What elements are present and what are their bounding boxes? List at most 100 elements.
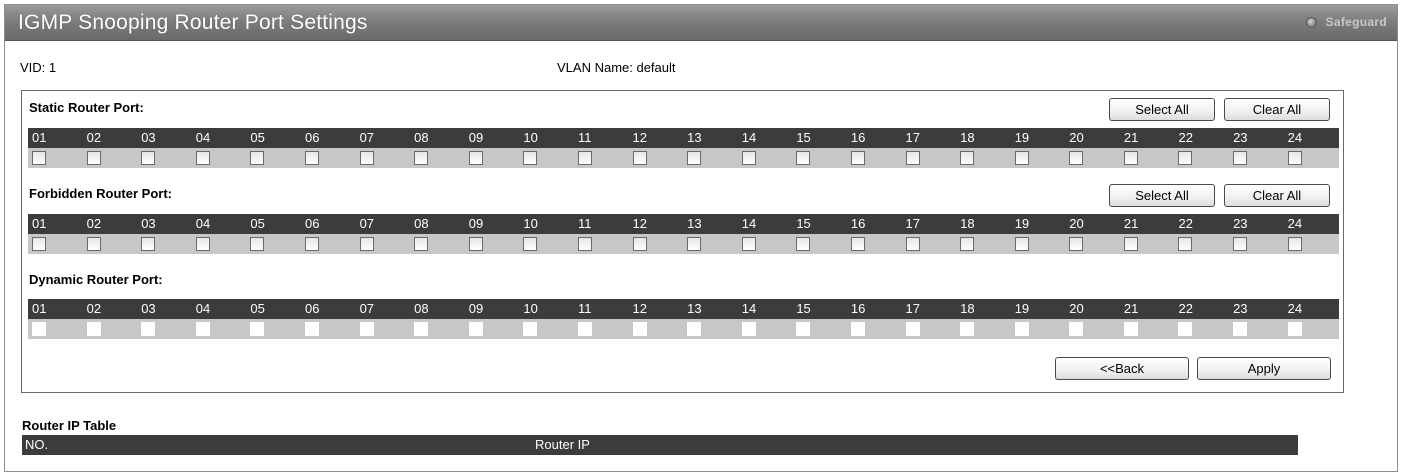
port-number-label: 08 xyxy=(414,301,429,316)
forbidden-port-checkbox[interactable] xyxy=(304,237,319,251)
static-port-checkbox[interactable] xyxy=(523,151,538,165)
forbidden-port-checkbox[interactable] xyxy=(195,237,210,251)
static-port-cell xyxy=(1284,148,1339,168)
static-port-cell xyxy=(792,148,847,168)
forbidden-port-checkbox[interactable] xyxy=(414,237,429,251)
static-port-checkbox[interactable] xyxy=(1123,151,1138,165)
forbidden-port-checkbox[interactable] xyxy=(850,237,865,251)
static-port-cell xyxy=(465,148,520,168)
port-number-label: 12 xyxy=(632,216,647,231)
forbidden-port-checkbox[interactable] xyxy=(1178,237,1193,251)
forbidden-port-checkbox[interactable] xyxy=(632,237,647,251)
apply-button[interactable]: Apply xyxy=(1197,357,1331,380)
forbidden-port-checkbox[interactable] xyxy=(468,237,483,251)
static-port-checkbox[interactable] xyxy=(850,151,865,165)
static-port-checkbox[interactable] xyxy=(1069,151,1084,165)
forbidden-clear-all-button[interactable]: Clear All xyxy=(1224,184,1330,207)
forbidden-port-checkbox[interactable] xyxy=(960,237,975,251)
static-port-cell xyxy=(356,148,411,168)
title-bar: IGMP Snooping Router Port Settings Safeg… xyxy=(5,5,1397,41)
forbidden-port-cell xyxy=(137,234,192,254)
forbidden-port-cell xyxy=(847,234,902,254)
port-number-label: 13 xyxy=(687,301,702,316)
static-port-checkbox[interactable] xyxy=(1014,151,1029,165)
port-number-label: 01 xyxy=(32,301,47,316)
back-button[interactable]: <<Back xyxy=(1055,357,1189,380)
static-port-checkbox[interactable] xyxy=(304,151,319,165)
static-clear-all-button[interactable]: Clear All xyxy=(1224,98,1330,121)
forbidden-port-checkbox[interactable] xyxy=(796,237,811,251)
forbidden-port-checkbox[interactable] xyxy=(250,237,265,251)
forbidden-port-checkbox[interactable] xyxy=(32,237,46,251)
static-port-checkbox[interactable] xyxy=(195,151,210,165)
forbidden-port-checkbox[interactable] xyxy=(359,237,374,251)
dynamic-port-checkbox xyxy=(1233,322,1248,336)
static-port-checkbox[interactable] xyxy=(359,151,374,165)
static-port-checkbox[interactable] xyxy=(577,151,592,165)
forbidden-port-cell xyxy=(519,234,574,254)
forbidden-port-checkbox[interactable] xyxy=(1123,237,1138,251)
port-number-label: 04 xyxy=(195,301,211,316)
static-port-cell xyxy=(902,148,957,168)
forbidden-port-checkbox[interactable] xyxy=(1069,237,1084,251)
static-port-checkbox[interactable] xyxy=(741,151,756,165)
forbidden-port-cell xyxy=(1284,234,1339,254)
forbidden-port-cell xyxy=(956,234,1011,254)
static-port-checkbox[interactable] xyxy=(1287,151,1302,165)
static-port-checkbox[interactable] xyxy=(905,151,920,165)
forbidden-port-checkbox[interactable] xyxy=(523,237,538,251)
forbidden-port-checkbox[interactable] xyxy=(687,237,702,251)
static-port-cell xyxy=(574,148,629,168)
static-port-checkbox[interactable] xyxy=(414,151,429,165)
port-number-label: 01 xyxy=(32,130,47,145)
port-number-label: 21 xyxy=(1123,301,1139,316)
forbidden-port-cell xyxy=(356,234,411,254)
forbidden-port-checkbox[interactable] xyxy=(141,237,156,251)
dynamic-port-checkbox xyxy=(577,322,592,336)
static-port-cell xyxy=(1174,148,1229,168)
forbidden-port-cell xyxy=(683,234,738,254)
router-ip-table-title: Router IP Table xyxy=(22,418,117,433)
port-number-label: 20 xyxy=(1069,216,1084,231)
forbidden-port-checkbox[interactable] xyxy=(905,237,920,251)
forbidden-port-checkbox[interactable] xyxy=(741,237,756,251)
port-number-label: 03 xyxy=(141,130,156,145)
dynamic-port-cell xyxy=(301,319,356,339)
static-port-checkbox[interactable] xyxy=(141,151,156,165)
dynamic-port-cell xyxy=(629,319,684,339)
router-ip-table-header: NO. Router IP xyxy=(22,435,1298,455)
dynamic-port-cell xyxy=(1011,319,1066,339)
static-port-checkbox[interactable] xyxy=(468,151,483,165)
forbidden-port-checkbox[interactable] xyxy=(86,237,101,251)
port-number-label: 14 xyxy=(741,301,757,316)
forbidden-port-cell xyxy=(28,234,83,254)
forbidden-port-header: 01 02 03 04 05 06 07 08 09 10 11 12 13 14 15 16 17 18 19 20… xyxy=(28,214,1339,234)
port-number-label: 12 xyxy=(632,130,647,145)
static-port-checkbox[interactable] xyxy=(960,151,975,165)
forbidden-port-checkbox[interactable] xyxy=(1014,237,1029,251)
static-port-checkbox[interactable] xyxy=(1233,151,1248,165)
forbidden-select-all-button[interactable]: Select All xyxy=(1109,184,1215,207)
static-port-checkbox[interactable] xyxy=(86,151,101,165)
port-number-label: 03 xyxy=(141,301,156,316)
static-port-checkbox[interactable] xyxy=(632,151,647,165)
port-number-label: 10 xyxy=(523,301,538,316)
forbidden-port-cell xyxy=(301,234,356,254)
static-port-checkbox[interactable] xyxy=(1178,151,1193,165)
port-number-label: 11 xyxy=(577,216,592,231)
forbidden-port-checkbox[interactable] xyxy=(577,237,592,251)
port-number-label: 06 xyxy=(304,301,320,316)
static-port-checkbox[interactable] xyxy=(32,151,46,165)
safeguard-indicator: Safeguard xyxy=(1305,15,1387,29)
static-port-cell xyxy=(683,148,738,168)
static-port-checkbox[interactable] xyxy=(796,151,811,165)
static-port-checkbox[interactable] xyxy=(250,151,265,165)
dynamic-port-checkbox xyxy=(250,322,265,336)
dynamic-port-checkbox xyxy=(741,322,756,336)
forbidden-port-checkbox[interactable] xyxy=(1287,237,1302,251)
port-number-label: 21 xyxy=(1123,130,1139,145)
static-port-cell xyxy=(629,148,684,168)
static-port-checkbox[interactable] xyxy=(687,151,702,165)
static-select-all-button[interactable]: Select All xyxy=(1109,98,1215,121)
forbidden-port-checkbox[interactable] xyxy=(1233,237,1248,251)
